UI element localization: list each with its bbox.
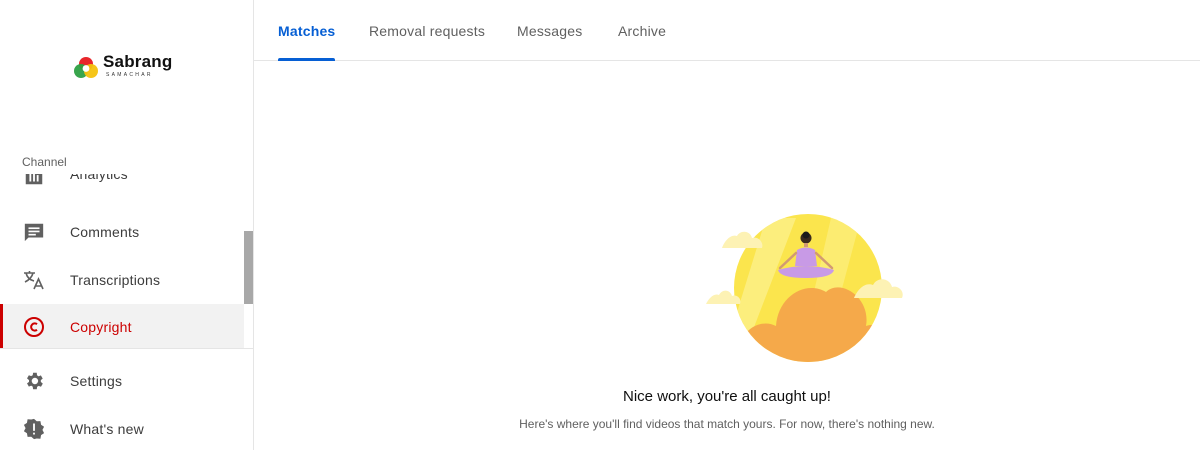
tab-matches[interactable]: Matches bbox=[278, 0, 336, 61]
empty-state-subtitle: Here's where you'll find videos that mat… bbox=[519, 417, 935, 431]
meditation-illustration bbox=[706, 214, 903, 362]
analytics-icon bbox=[22, 174, 46, 188]
brand-subtitle: SAMACHAR bbox=[106, 72, 153, 78]
sidebar-item-label: Settings bbox=[70, 373, 123, 389]
sidebar-item-label: Copyright bbox=[70, 318, 132, 335]
alert-icon bbox=[22, 417, 46, 441]
sidebar-item-settings[interactable]: Settings bbox=[0, 358, 244, 404]
sidebar-item-label: Analytics bbox=[70, 174, 128, 182]
main-content: Matches Removal requests Messages Archiv… bbox=[254, 0, 1200, 450]
sidebar-item-label: What's new bbox=[70, 421, 144, 437]
brand-logo-icon bbox=[74, 57, 98, 78]
sidebar-item-analytics[interactable]: Analytics bbox=[0, 174, 244, 196]
transcriptions-icon bbox=[22, 268, 46, 292]
sidebar-item-copyright[interactable]: Copyright bbox=[0, 304, 244, 349]
sidebar-item-comments[interactable]: Comments bbox=[0, 209, 244, 255]
sidebar-item-whats-new[interactable]: What's new bbox=[0, 406, 244, 450]
sidebar-scrollbar[interactable] bbox=[244, 231, 253, 304]
gear-icon bbox=[22, 369, 46, 393]
empty-state-title: Nice work, you're all caught up! bbox=[623, 388, 831, 405]
sidebar-item-transcriptions[interactable]: Transcriptions bbox=[0, 257, 244, 303]
tab-bar: Matches Removal requests Messages Archiv… bbox=[254, 0, 1200, 61]
section-label-channel: Channel bbox=[22, 155, 67, 169]
sidebar-item-label: Comments bbox=[70, 224, 140, 240]
copyright-icon bbox=[22, 315, 46, 339]
sidebar-item-label: Transcriptions bbox=[70, 272, 161, 288]
tab-messages[interactable]: Messages bbox=[517, 0, 582, 61]
comments-icon bbox=[22, 220, 46, 244]
tab-removal-requests[interactable]: Removal requests bbox=[369, 0, 485, 61]
sidebar-divider bbox=[0, 348, 253, 349]
channel-logo[interactable]: Sabrang SAMACHAR bbox=[72, 52, 192, 86]
brand-name: Sabrang bbox=[103, 52, 173, 71]
sidebar: Sabrang SAMACHAR Channel Analytics Comme… bbox=[0, 0, 254, 450]
tab-archive[interactable]: Archive bbox=[618, 0, 666, 61]
